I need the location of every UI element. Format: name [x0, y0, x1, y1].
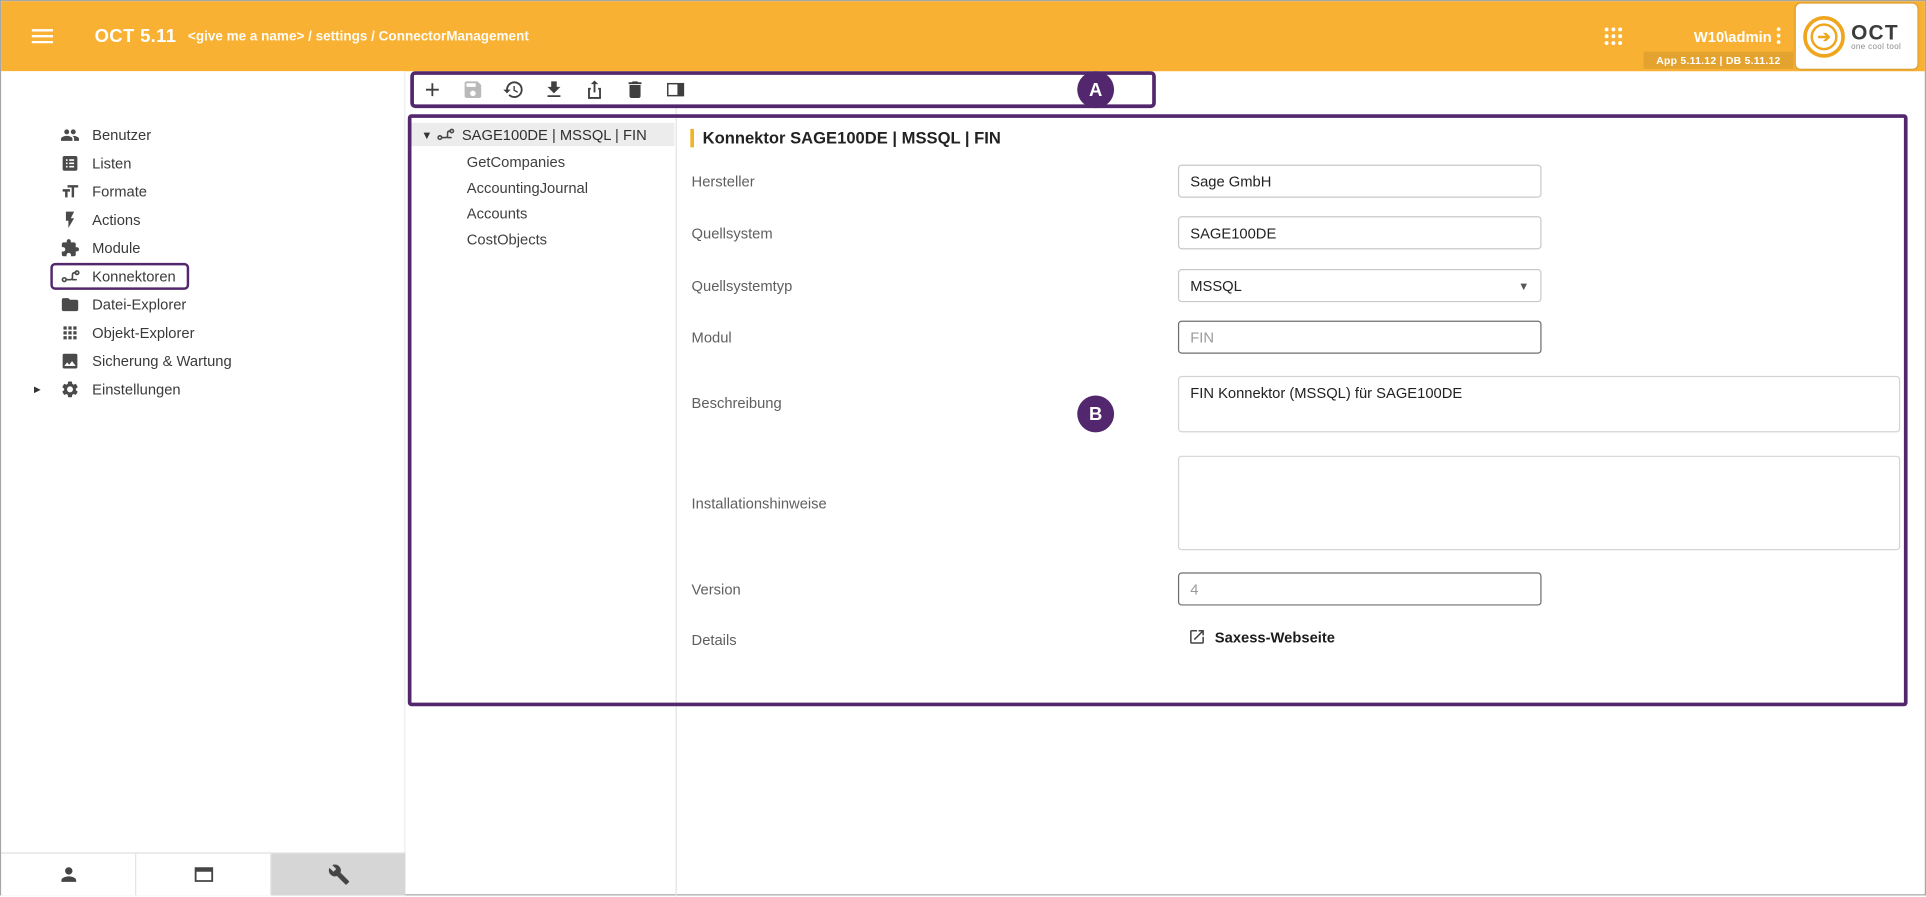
quellsystemtyp-select[interactable]: MSSQL ▼	[1178, 269, 1542, 302]
wrench-icon	[327, 864, 349, 886]
tree-root-label: SAGE100DE | MSSQL | FIN	[462, 126, 647, 143]
logo: ➔ OCT one cool tool	[1796, 4, 1918, 69]
installationshinweise-textarea[interactable]	[1178, 456, 1900, 551]
beschreibung-textarea[interactable]: FIN Konnektor (MSSQL) für SAGE100DE	[1178, 376, 1900, 433]
version-label: Version	[692, 581, 741, 598]
backup-icon	[60, 351, 80, 371]
hersteller-label: Hersteller	[692, 173, 755, 190]
breadcrumb: <give me a name> / settings / ConnectorM…	[188, 29, 529, 44]
sidebar-divider	[404, 71, 405, 896]
logo-text: OCT	[1851, 21, 1901, 42]
window-tab[interactable]	[136, 854, 271, 896]
tree-item-accounts[interactable]: Accounts	[467, 200, 588, 226]
tree-item-getcompanies[interactable]: GetCompanies	[467, 149, 588, 175]
sidebar-item-label: Einstellungen	[92, 380, 181, 397]
add-button[interactable]	[420, 77, 445, 102]
installationshinweise-label: Installationshinweise	[692, 495, 827, 512]
annotation-badge-a: A	[1077, 71, 1114, 108]
apps-grid-icon[interactable]	[1602, 25, 1625, 48]
chevron-down-icon: ▼	[1518, 279, 1529, 291]
sidebar-item-konnektoren[interactable]: Konnektoren	[1, 262, 404, 290]
annotation-badge-b: B	[1077, 396, 1114, 433]
version-input[interactable]	[1178, 572, 1542, 605]
sidebar-item-datei-explorer[interactable]: Datei-Explorer	[1, 290, 404, 318]
connector-toolbar	[410, 71, 1156, 108]
logo-subtext: one cool tool	[1851, 42, 1901, 51]
grid-icon	[60, 322, 80, 342]
beschreibung-label: Beschreibung	[692, 394, 782, 411]
menu-icon[interactable]	[28, 22, 56, 50]
tree-collapse-icon[interactable]: ▼	[421, 128, 436, 140]
sidebar-item-listen[interactable]: Listen	[1, 149, 404, 177]
sidebar-item-label: Module	[92, 239, 140, 256]
person-icon	[57, 864, 79, 886]
toggle-panel-button[interactable]	[663, 77, 688, 102]
format-icon	[60, 181, 80, 201]
kebab-menu-icon[interactable]	[1768, 25, 1790, 47]
username: W10\admin	[1694, 28, 1772, 45]
sidebar-item-label: Sicherung & Wartung	[92, 352, 232, 369]
folder-icon	[60, 294, 80, 314]
sidebar-item-label: Listen	[92, 154, 131, 171]
tree-item-accountingjournal[interactable]: AccountingJournal	[467, 174, 588, 200]
tools-tab[interactable]	[271, 854, 405, 896]
gear-icon	[60, 379, 80, 399]
upload-button[interactable]	[582, 77, 607, 102]
download-button[interactable]	[542, 77, 567, 102]
sidebar-item-einstellungen[interactable]: ► Einstellungen	[1, 375, 404, 403]
quellsystem-input[interactable]	[1178, 216, 1542, 249]
app-header: OCT 5.11 <give me a name> / settings / C…	[1, 1, 1925, 71]
users-icon	[60, 125, 80, 145]
sidebar-item-benutzer[interactable]: Benutzer	[1, 120, 404, 148]
lightning-icon	[60, 209, 80, 229]
sidebar-item-label: Objekt-Explorer	[92, 324, 194, 341]
sidebar: Benutzer Listen Formate Actions Module	[1, 71, 404, 852]
logo-icon: ➔	[1803, 15, 1845, 57]
quellsystem-label: Quellsystem	[692, 225, 773, 242]
modul-input[interactable]	[1178, 321, 1542, 354]
quellsystemtyp-label: Quellsystemtyp	[692, 278, 793, 295]
sidebar-item-formate[interactable]: Formate	[1, 177, 404, 205]
sidebar-item-label: Actions	[92, 211, 140, 228]
external-link-icon	[1188, 628, 1206, 646]
list-icon	[60, 153, 80, 173]
version-info: App 5.11.12 | DB 5.11.12	[1643, 52, 1793, 69]
title-accent-bar	[690, 129, 694, 147]
app-title: OCT 5.11	[95, 26, 177, 47]
save-button[interactable]	[461, 77, 486, 102]
window-icon	[192, 864, 214, 886]
sidebar-item-actions[interactable]: Actions	[1, 205, 404, 233]
tree-root-node[interactable]: ▼ SAGE100DE | MSSQL | FIN	[409, 123, 674, 146]
delete-button[interactable]	[623, 77, 648, 102]
sidebar-bottom-bar	[1, 852, 405, 895]
modul-label: Modul	[692, 329, 732, 346]
connector-node-icon	[436, 125, 454, 143]
puzzle-icon	[60, 238, 80, 258]
sidebar-item-label: Datei-Explorer	[92, 295, 186, 312]
expand-arrow-icon[interactable]: ►	[32, 383, 43, 395]
sidebar-item-label: Formate	[92, 182, 147, 199]
restore-button[interactable]	[501, 77, 526, 102]
tree-children: GetCompanies AccountingJournal Accounts …	[467, 149, 588, 252]
app-root: OCT 5.11 <give me a name> / settings / C…	[0, 0, 1926, 895]
connector-icon	[60, 266, 80, 286]
hersteller-input[interactable]	[1178, 165, 1542, 198]
sidebar-item-label: Benutzer	[92, 126, 151, 143]
sidebar-item-label: Konnektoren	[92, 267, 176, 284]
sidebar-item-sicherung-wartung[interactable]: Sicherung & Wartung	[1, 346, 404, 374]
form-title: Konnektor SAGE100DE | MSSQL | FIN	[690, 129, 1001, 147]
sidebar-item-objekt-explorer[interactable]: Objekt-Explorer	[1, 318, 404, 346]
sidebar-item-module[interactable]: Module	[1, 233, 404, 261]
details-label: Details	[692, 631, 737, 648]
tree-item-costobjects[interactable]: CostObjects	[467, 226, 588, 252]
tree-form-divider	[676, 108, 677, 897]
details-website-link[interactable]: Saxess-Webseite	[1188, 628, 1335, 646]
user-admin-tab[interactable]	[1, 854, 136, 896]
